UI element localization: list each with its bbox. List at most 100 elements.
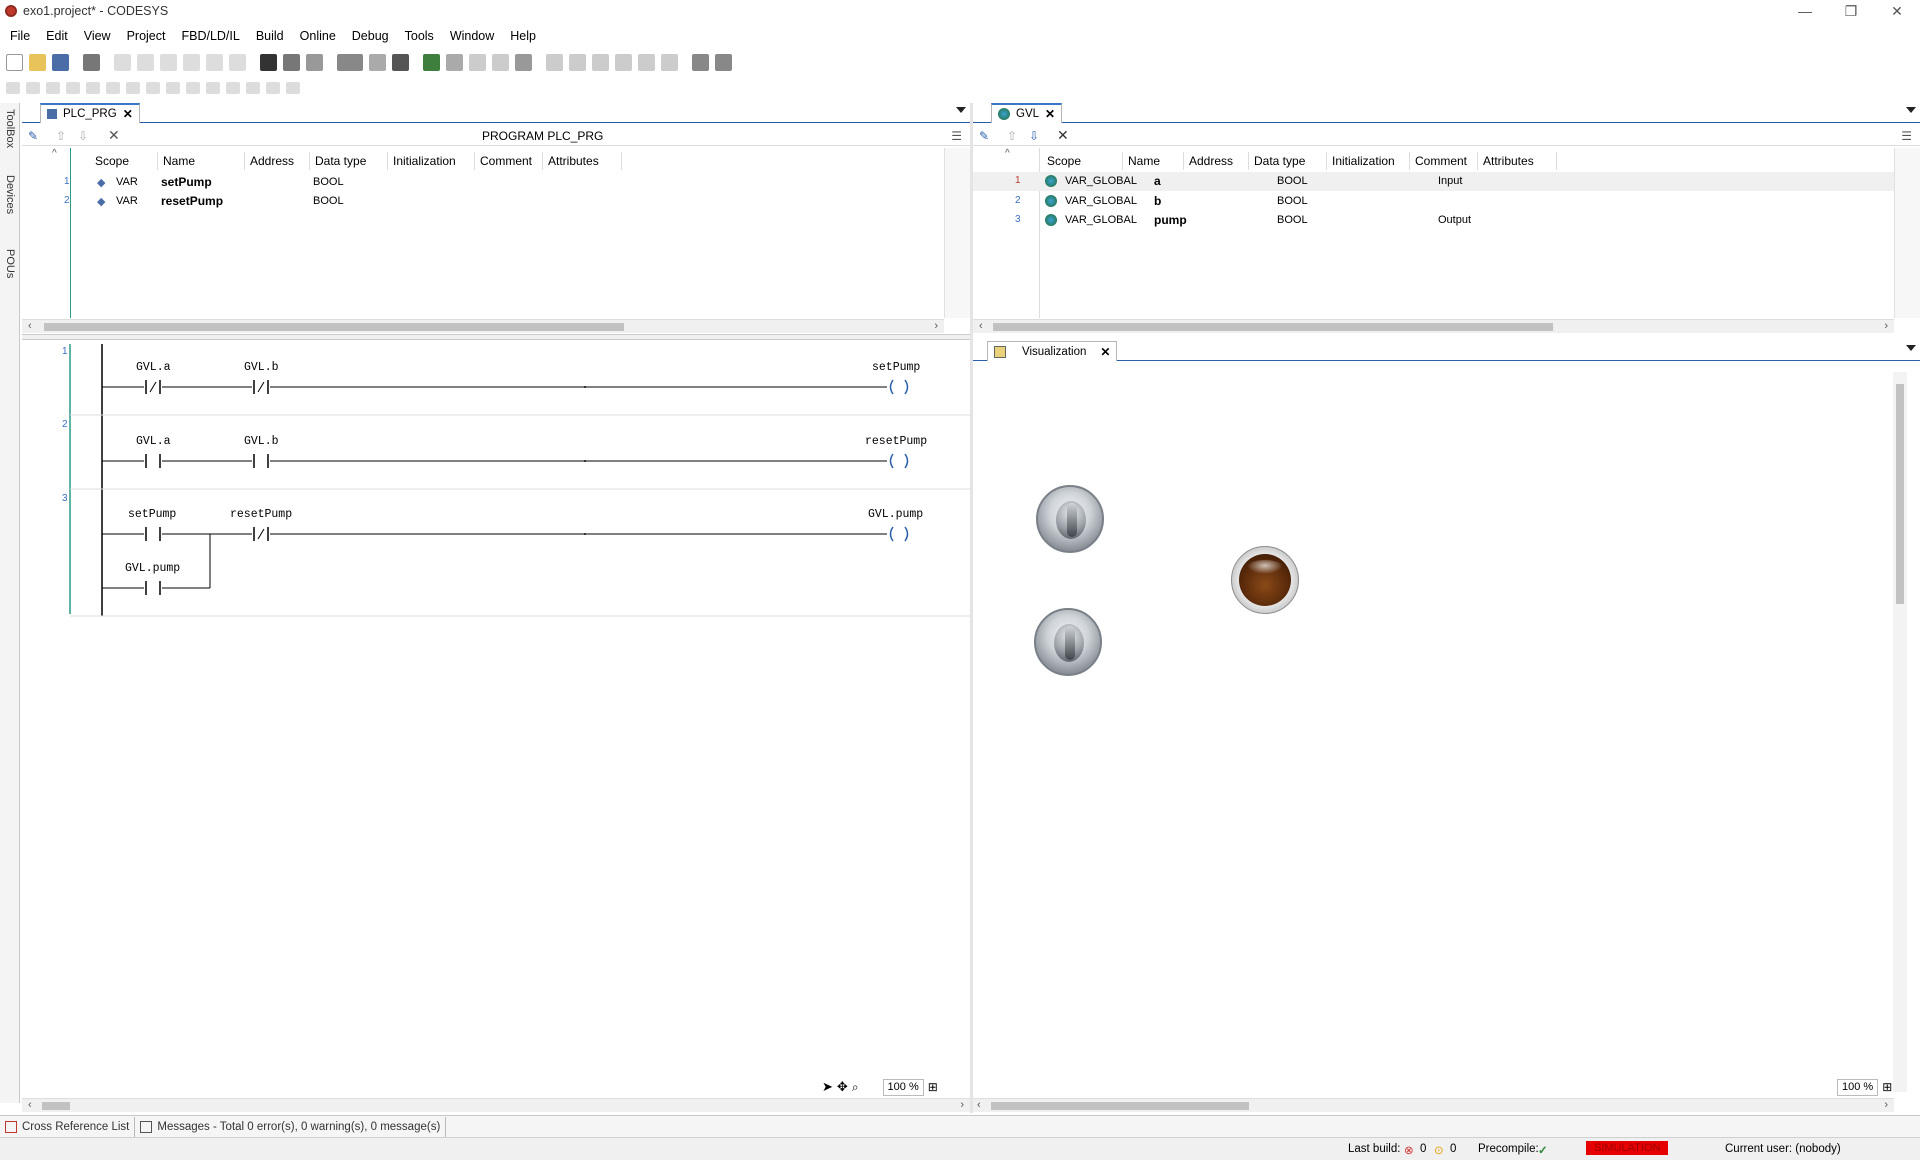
step-out-icon[interactable] <box>615 53 632 71</box>
ld-jump-icon[interactable] <box>146 82 160 94</box>
side-tab-pous[interactable]: POUs <box>1 249 19 278</box>
ld-branch-icon[interactable] <box>186 82 200 94</box>
col-datatype[interactable]: Data type <box>1254 154 1305 168</box>
chevron-down-icon[interactable] <box>1906 345 1916 351</box>
menu-file[interactable]: File <box>10 29 30 43</box>
col-attributes[interactable]: Attributes <box>1483 154 1534 168</box>
scroll-left-icon[interactable]: ‹ <box>977 1099 981 1111</box>
redo-icon[interactable] <box>137 53 154 71</box>
new-project-icon[interactable] <box>6 53 23 71</box>
scroll-thumb[interactable] <box>991 1102 1249 1110</box>
tab-gvl[interactable]: GVL ✕ <box>991 103 1063 123</box>
minimize-button[interactable]: — <box>1782 0 1828 22</box>
scroll-right-icon[interactable]: › <box>934 320 938 332</box>
menu-online[interactable]: Online <box>300 29 336 43</box>
textual-view-icon[interactable]: ☰ <box>1901 129 1912 143</box>
delete-row-icon[interactable]: ✕ <box>1057 127 1069 144</box>
ld-reset-coil-icon[interactable] <box>106 82 120 94</box>
paste-icon[interactable] <box>206 53 223 71</box>
scroll-thumb[interactable] <box>1896 384 1904 604</box>
col-datatype[interactable]: Data type <box>315 154 366 168</box>
scroll-thumb[interactable] <box>993 323 1553 331</box>
ld-coil-icon[interactable] <box>66 82 80 94</box>
move-down-icon[interactable]: ⇩ <box>78 129 88 143</box>
auto-declare-icon[interactable]: ✎ <box>28 129 38 143</box>
ld-box-icon[interactable] <box>126 82 140 94</box>
right-decl-vscroll[interactable] <box>1894 148 1920 318</box>
ld-comment-icon[interactable] <box>286 82 300 94</box>
toggle-switch-a[interactable] <box>1036 485 1104 553</box>
menu-fbd-ld-il[interactable]: FBD/LD/IL <box>181 29 239 43</box>
visualization-vscroll[interactable] <box>1893 372 1907 1092</box>
scroll-right-icon[interactable]: › <box>1884 320 1888 332</box>
add-object-icon[interactable] <box>337 53 363 71</box>
chevron-down-icon[interactable] <box>956 107 966 113</box>
auto-declare-icon[interactable]: ✎ <box>979 129 989 143</box>
menu-window[interactable]: Window <box>450 29 494 43</box>
tab-cross-reference[interactable]: Cross Reference List <box>0 1116 136 1137</box>
bookmark-icon[interactable] <box>306 53 323 71</box>
col-scope[interactable]: Scope <box>95 154 129 168</box>
move-down-icon[interactable]: ⇩ <box>1029 129 1039 143</box>
ladder-hscroll[interactable]: ‹ › <box>22 1098 970 1112</box>
col-comment[interactable]: Comment <box>480 154 532 168</box>
copy-icon[interactable] <box>183 53 200 71</box>
textual-view-icon[interactable]: ☰ <box>951 129 962 143</box>
ld-contact-icon[interactable] <box>6 82 20 94</box>
restore-button[interactable]: ❐ <box>1828 0 1874 22</box>
visualization-hscroll[interactable]: ‹ › <box>973 1098 1894 1112</box>
pan-tool-icon[interactable]: ✥ <box>837 1079 848 1095</box>
login-icon[interactable] <box>423 53 440 71</box>
new-file-icon[interactable] <box>369 53 386 71</box>
right-decl-hscroll[interactable]: ‹ › <box>973 319 1894 333</box>
table-row[interactable]: 2 VAR_GLOBAL b BOOL <box>973 192 1895 211</box>
visualization-canvas[interactable]: 100 % ⊞ <box>973 362 1907 1097</box>
col-initialization[interactable]: Initialization <box>393 154 456 168</box>
table-row[interactable]: 1 ◆ VAR setPump BOOL <box>22 173 922 192</box>
start-icon[interactable] <box>469 53 486 71</box>
ld-return-icon[interactable] <box>166 82 180 94</box>
scroll-thumb[interactable] <box>44 323 624 331</box>
find-icon[interactable] <box>260 53 277 71</box>
scroll-left-icon[interactable]: ‹ <box>28 320 32 332</box>
ld-output-icon[interactable] <box>246 82 260 94</box>
open-project-icon[interactable] <box>29 53 46 71</box>
delete-icon[interactable] <box>229 53 246 71</box>
close-tab-icon[interactable]: ✕ <box>1100 345 1110 359</box>
write-values-icon[interactable] <box>692 53 709 71</box>
zoom-level[interactable]: 100 % <box>1837 1078 1879 1096</box>
tab-visualization[interactable]: Visualization ✕ <box>987 341 1118 361</box>
toggle-switch-b[interactable] <box>1034 608 1102 676</box>
save-icon[interactable] <box>52 53 69 71</box>
col-attributes[interactable]: Attributes <box>548 154 599 168</box>
table-row[interactable]: 2 ◆ VAR resetPump BOOL <box>22 192 922 211</box>
table-row[interactable]: 1 VAR_GLOBAL a BOOL Input <box>973 172 1895 191</box>
zoom-tool-icon[interactable]: ⌕ <box>852 1080 859 1095</box>
step-into-icon[interactable] <box>592 53 609 71</box>
ld-assign-icon[interactable] <box>266 82 280 94</box>
col-name[interactable]: Name <box>163 154 195 168</box>
close-tab-icon[interactable]: ✕ <box>1045 107 1055 121</box>
move-up-icon[interactable]: ⇧ <box>1007 129 1017 143</box>
ld-negated-contact-icon[interactable] <box>26 82 40 94</box>
chevron-down-icon[interactable] <box>1906 107 1916 113</box>
stop-icon[interactable] <box>492 53 509 71</box>
menu-build[interactable]: Build <box>256 29 284 43</box>
collapse-icon[interactable]: ^ <box>1005 148 1010 159</box>
step-over-icon[interactable] <box>569 53 586 71</box>
pointer-tool-icon[interactable]: ➤ <box>822 1079 833 1095</box>
menu-project[interactable]: Project <box>127 29 166 43</box>
col-address[interactable]: Address <box>1189 154 1233 168</box>
show-next-statement-icon[interactable] <box>661 53 678 71</box>
col-address[interactable]: Address <box>250 154 294 168</box>
zoom-level[interactable]: 100 % <box>882 1078 924 1096</box>
tab-messages[interactable]: Messages - Total 0 error(s), 0 warning(s… <box>135 1116 447 1137</box>
simulation-badge[interactable]: SIMULATION <box>1586 1141 1669 1155</box>
menu-debug[interactable]: Debug <box>352 29 389 43</box>
collapse-icon[interactable]: ^ <box>52 148 57 159</box>
scroll-left-icon[interactable]: ‹ <box>979 320 983 332</box>
print-icon[interactable] <box>83 53 100 71</box>
menu-help[interactable]: Help <box>510 29 536 43</box>
ld-input-icon[interactable] <box>226 82 240 94</box>
scroll-right-icon[interactable]: › <box>960 1099 964 1111</box>
